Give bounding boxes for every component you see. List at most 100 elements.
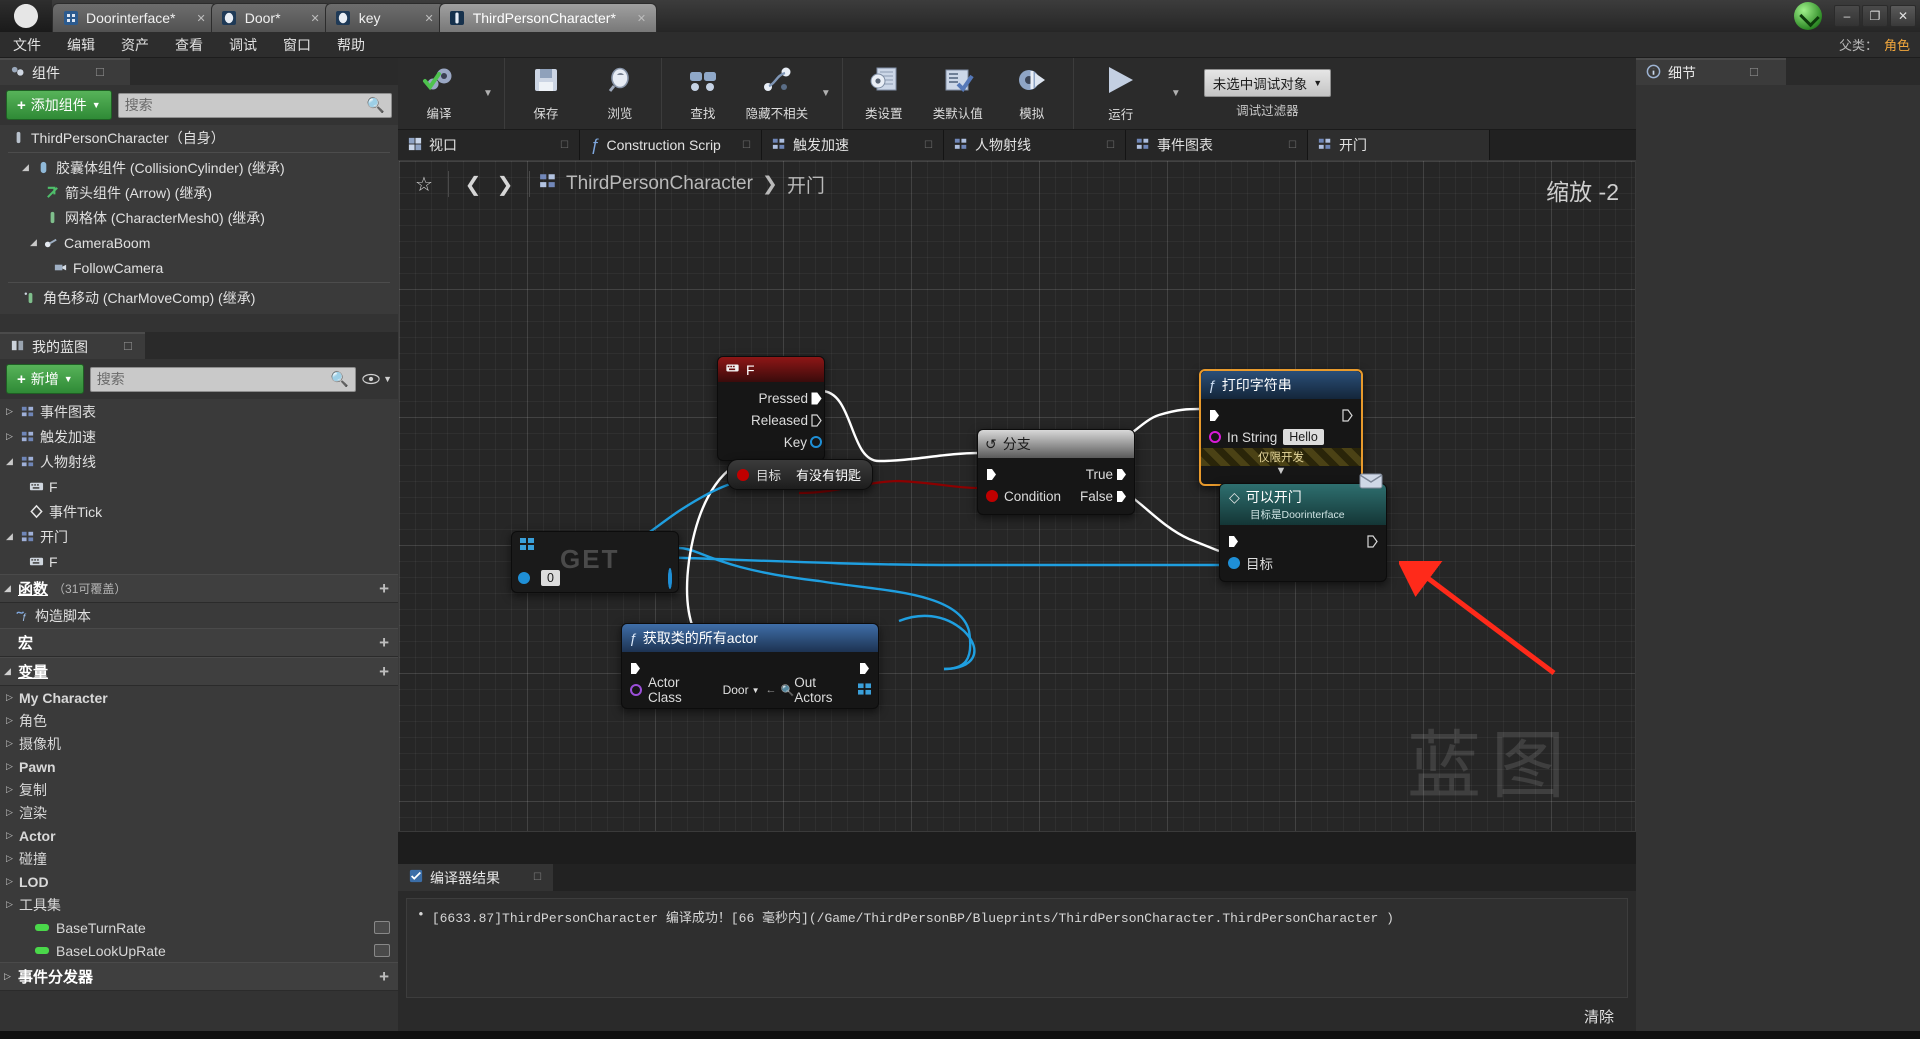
variable-category-role[interactable]: ▷ 角色 (0, 709, 398, 732)
tab-door[interactable]: Door* ✕ (210, 3, 331, 32)
exec-pin-icon[interactable] (1342, 408, 1353, 422)
menu-item-help[interactable]: 帮助 (324, 32, 378, 58)
graph-row-event-tick[interactable]: 事件Tick (0, 499, 398, 524)
graph-tab-construction-script[interactable]: ƒ Construction Scrip ☐ (580, 130, 762, 160)
tab-details[interactable]: 细节 ☐ (1636, 58, 1786, 85)
expand-arrow-icon[interactable]: ▷ (6, 715, 19, 726)
expand-arrow-icon[interactable]: ▷ (6, 431, 19, 442)
clear-results-button[interactable]: 清除 (1584, 1006, 1614, 1027)
pin-released[interactable]: Released (718, 409, 824, 431)
exec-pin-icon[interactable] (1209, 409, 1220, 422)
expand-arrow-icon[interactable]: ◢ (4, 583, 18, 594)
pin-actor-class[interactable]: Actor Class Door ▼ ← 🔍 Out Actors (622, 675, 878, 705)
graph-tab-viewport[interactable]: 视口 ☐ (398, 130, 580, 160)
tab-doorinterface[interactable]: Doorinterface* ✕ (52, 3, 217, 32)
debug-object-dropdown[interactable]: 未选中调试对象 ▼ (1203, 68, 1332, 97)
use-selected-icon[interactable]: ← (766, 684, 777, 696)
node-can-open-door[interactable]: ◇ 可以开门 目标是Doorinterface 目标 (1219, 483, 1387, 582)
exec-pin-icon[interactable] (986, 468, 997, 481)
pin-branch-condition[interactable]: Condition False (978, 485, 1134, 507)
expand-arrow-icon[interactable]: ▷ (6, 738, 19, 749)
variable-category-actor[interactable]: ▷ Actor (0, 824, 398, 847)
compiler-results-body[interactable]: • [6633.87]ThirdPersonCharacter 编译成功！[66… (406, 898, 1628, 998)
myblueprint-search-input[interactable]: 搜索 🔍 (89, 366, 357, 392)
expand-arrow-icon[interactable]: ▷ (6, 406, 19, 417)
object-pin-icon[interactable] (518, 572, 530, 584)
eye-icon[interactable] (374, 921, 390, 934)
node-print-string[interactable]: ƒ 打印字符串 In String Hello 仅限开发 ▼ (1199, 369, 1363, 486)
expand-arrow-icon[interactable]: ◢ (4, 666, 18, 677)
section-functions[interactable]: ◢ 函数 （31可覆盖） + (0, 574, 398, 603)
array-pin-icon[interactable] (858, 682, 871, 698)
component-row-cameraboom[interactable]: ◢ CameraBoom (0, 230, 398, 255)
add-new-button[interactable]: + 新增 ▼ (6, 364, 84, 394)
pin-key[interactable]: Key (718, 431, 824, 453)
pin-candoor-target[interactable]: 目标 (1220, 552, 1386, 574)
debug-filter-label[interactable]: 调试过滤器 (1236, 100, 1299, 119)
expand-arrow-icon[interactable]: ◢ (22, 162, 35, 173)
actor-class-dropdown[interactable]: Door ▼ (723, 683, 760, 697)
graph-row-f-2[interactable]: F (0, 549, 398, 574)
graph-tab-character-ray[interactable]: 人物射线 ☐ (944, 130, 1126, 160)
variable-row-baseturnrate[interactable]: BaseTurnRate (0, 916, 398, 939)
myblueprint-graph-tree[interactable]: ▷ 事件图表 ▷ 触发加速 ◢ 人物射线 F 事件Tick ◢ 开门 F (0, 399, 398, 574)
tab-compiler-results[interactable]: 编译器结果 ☐ (398, 864, 553, 891)
tab-my-blueprint[interactable]: 我的蓝图 ☐ (0, 332, 145, 359)
document-tab-strip[interactable]: Doorinterface* ✕ Door* ✕ key ✕ ThirdPers… (52, 0, 1794, 32)
variable-categories-list[interactable]: ▷ My Character ▷ 角色 ▷ 摄像机 ▷ Pawn ▷ 复制 ▷ 渲染 ▷ Ac… (0, 686, 398, 962)
menu-item-window[interactable]: 窗口 (270, 32, 324, 58)
pin-candoor-exec[interactable] (1220, 530, 1386, 552)
data-pin-icon[interactable] (810, 436, 822, 448)
exec-pin-icon[interactable] (811, 392, 822, 405)
save-button[interactable]: 保存 (509, 61, 583, 126)
component-row-arrow[interactable]: 箭头组件 (Arrow) (继承) (0, 180, 398, 205)
graph-row-trigger-accel[interactable]: ▷ 触发加速 (0, 424, 398, 449)
pin-print-exec[interactable] (1201, 404, 1361, 426)
close-icon[interactable]: ☐ (1749, 66, 1759, 79)
string-pin-icon[interactable] (1209, 431, 1221, 443)
expand-arrow-icon[interactable]: ▷ (4, 971, 18, 982)
class-pin-icon[interactable] (630, 684, 642, 696)
close-icon[interactable]: ✕ (197, 12, 206, 25)
functions-list[interactable]: f 构造脚本 (0, 603, 398, 628)
object-pin-icon[interactable] (1228, 557, 1240, 569)
blueprint-toolbar[interactable]: 编译 ▼ 保存 浏览 查找 隐藏不相关 ▼ 类设置 类默认值 模拟 运行 ▼ 未… (398, 58, 1636, 130)
index-value[interactable]: 0 (541, 570, 560, 586)
add-macro-button[interactable]: + (379, 633, 389, 653)
find-button[interactable]: 查找 (666, 61, 740, 126)
graph-breadcrumb-bar[interactable]: ☆ ❮ ❯ ThirdPersonCharacter ❯ 开门 (399, 161, 1635, 207)
chevron-down-icon[interactable]: ▼ (476, 88, 500, 99)
back-arrow-icon[interactable]: ❮ (458, 169, 488, 199)
eye-icon[interactable]: ▼ (362, 373, 392, 385)
hide-unrelated-button[interactable]: 隐藏不相关 (740, 61, 814, 126)
exec-pin-icon[interactable] (1116, 468, 1127, 481)
close-icon[interactable]: ☐ (924, 140, 933, 151)
run-button[interactable]: 运行 (1078, 60, 1164, 127)
exec-pin-icon[interactable] (630, 662, 641, 675)
menu-item-edit[interactable]: 编辑 (54, 32, 108, 58)
add-dispatcher-button[interactable]: + (379, 967, 389, 987)
function-row-construction-script[interactable]: f 构造脚本 (0, 603, 398, 628)
expand-arrow-icon[interactable]: ▷ (6, 830, 19, 841)
variable-category-camera[interactable]: ▷ 摄像机 (0, 732, 398, 755)
close-window-button[interactable]: ✕ (1890, 5, 1916, 27)
node-get-all-actors-of-class[interactable]: ƒ 获取类的所有actor Actor Class Door ▼ ← 🔍 Out… (621, 623, 879, 709)
pin-array-out[interactable] (668, 568, 672, 589)
tab-key[interactable]: key ✕ (324, 3, 445, 32)
maximize-button[interactable]: ❐ (1862, 5, 1888, 27)
expand-arrow-icon[interactable]: ▷ (6, 784, 19, 795)
close-icon[interactable]: ☐ (1288, 140, 1297, 151)
close-icon[interactable]: ☐ (742, 140, 751, 151)
pin-pressed[interactable]: Pressed (718, 387, 824, 409)
exec-pin-icon[interactable] (1228, 535, 1239, 548)
expand-arrow-icon[interactable]: ◢ (30, 237, 43, 248)
pin-array-index[interactable]: 0 (518, 570, 560, 586)
graph-tab-event-graph[interactable]: 事件图表 ☐ (1126, 130, 1308, 160)
class-defaults-button[interactable]: 类默认值 (921, 61, 995, 126)
component-row-capsule[interactable]: ◢ 胶囊体组件 (CollisionCylinder) (继承) (0, 155, 398, 180)
close-icon[interactable]: ☐ (560, 140, 569, 151)
pin-branch-exec-in[interactable]: True (978, 463, 1134, 485)
variable-category-rendering[interactable]: ▷ 渲染 (0, 801, 398, 824)
comment-bubble-icon[interactable] (1359, 473, 1383, 496)
variable-row-baselookuprate[interactable]: BaseLookUpRate (0, 939, 398, 962)
